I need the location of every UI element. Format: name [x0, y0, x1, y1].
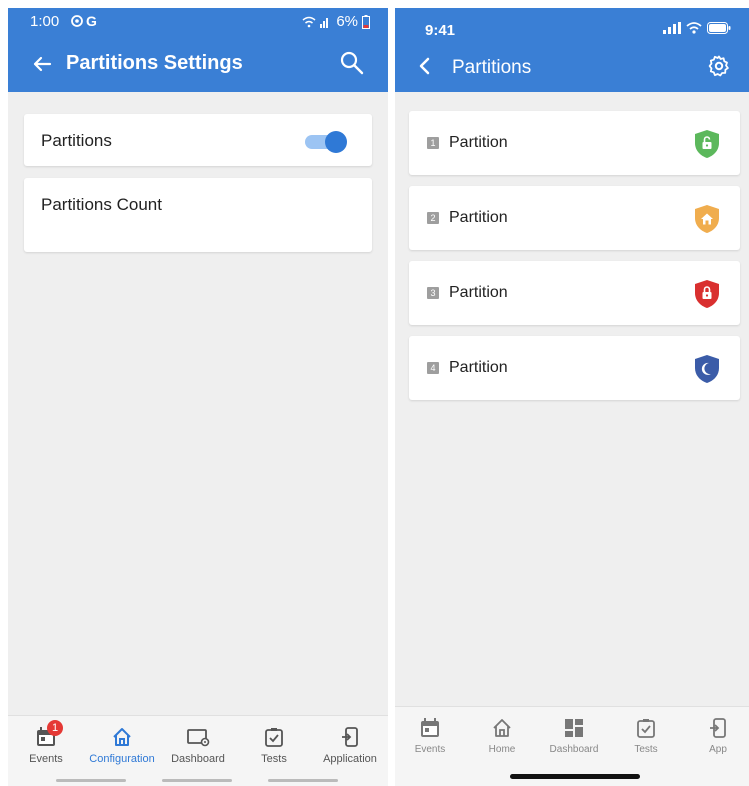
back-chevron-icon[interactable]: [415, 55, 435, 77]
header: 9:41 Partitions: [395, 8, 749, 92]
nav-application[interactable]: Application: [312, 726, 388, 765]
google-icon: G: [71, 13, 97, 29]
cellular-signal-icon: [663, 22, 681, 34]
nav-configuration[interactable]: Configuration: [84, 726, 160, 765]
tab-events-label: Events: [414, 744, 446, 755]
page-title: Partitions: [452, 57, 532, 78]
gesture-bar: [268, 779, 338, 782]
home-indicator: [510, 774, 640, 779]
partition-row[interactable]: 3 Partition: [409, 261, 740, 325]
locked-shield-icon: [695, 280, 719, 308]
notification-icons: G: [70, 13, 104, 32]
bottom-navigation: 1 Events Configuration Dashboard Tests A…: [8, 715, 388, 786]
app-bar: Partitions Settings: [8, 36, 388, 92]
partition-row[interactable]: 4 Partition: [409, 336, 740, 400]
tab-tests-label: Tests: [634, 744, 658, 755]
app-icon: [342, 727, 358, 747]
gesture-bar: [56, 779, 126, 782]
battery-icon: [362, 14, 370, 29]
status-time: 1:00: [30, 13, 60, 30]
partition-label: Partition: [449, 209, 508, 226]
tab-events[interactable]: Events: [395, 717, 465, 755]
partitions-toggle[interactable]: [305, 131, 347, 153]
status-right: 6%: [302, 13, 370, 30]
tab-app[interactable]: App: [683, 717, 749, 755]
nav-dashboard-label: Dashboard: [171, 753, 225, 765]
svg-text:G: G: [86, 13, 97, 29]
partition-row[interactable]: 1 Partition: [409, 111, 740, 175]
tab-app-label: App: [709, 744, 727, 755]
partitions-label: Partitions: [41, 131, 112, 150]
night-shield-icon: [695, 355, 719, 383]
partition-label: Partition: [449, 134, 508, 151]
partition-number: 4: [427, 362, 439, 374]
android-screen: 1:00 G 6% Partitions Settings Partitions…: [8, 8, 388, 786]
partition-number: 1: [427, 137, 439, 149]
gesture-bar: [162, 779, 232, 782]
battery-percent: 6%: [336, 13, 358, 30]
unlocked-shield-icon: [695, 130, 719, 158]
status-bar: 1:00 G 6%: [8, 8, 388, 36]
app-icon: [710, 718, 726, 738]
partitions-toggle-row[interactable]: Partitions: [24, 114, 372, 166]
tab-dashboard[interactable]: Dashboard: [539, 717, 609, 755]
nav-events-label: Events: [29, 753, 63, 765]
home-shield-icon: [695, 205, 719, 233]
nav-dashboard[interactable]: Dashboard: [160, 726, 236, 765]
home-icon: [493, 719, 511, 737]
gear-icon[interactable]: [707, 54, 731, 78]
wifi-signal-icon: [302, 16, 329, 28]
partition-number: 2: [427, 212, 439, 224]
tab-home-label: Home: [488, 744, 516, 755]
dashboard-icon: [565, 719, 583, 737]
checkbox-icon: [265, 728, 283, 747]
checkbox-icon: [637, 719, 655, 738]
partition-row[interactable]: 2 Partition: [409, 186, 740, 250]
status-time: 9:41: [425, 22, 456, 39]
status-icons: [663, 22, 731, 34]
battery-icon: [707, 22, 731, 34]
partition-label: Partition: [449, 284, 508, 301]
home-icon: [113, 728, 131, 746]
events-badge: 1: [47, 720, 63, 736]
nav-tests[interactable]: Tests: [236, 726, 312, 765]
wifi-icon: [686, 22, 702, 34]
tab-tests[interactable]: Tests: [611, 717, 681, 755]
partition-number: 3: [427, 287, 439, 299]
ios-screen: 9:41 Partitions 1 Partition 2 Partition …: [395, 8, 749, 786]
partitions-count-row[interactable]: Partitions Count: [24, 178, 372, 252]
nav-events[interactable]: 1 Events: [8, 720, 84, 765]
page-title: Partitions Settings: [66, 52, 243, 74]
tab-home[interactable]: Home: [467, 717, 537, 755]
back-arrow-icon[interactable]: [28, 50, 56, 78]
nav-configuration-label: Configuration: [89, 753, 155, 765]
dashboard-settings-icon: [187, 729, 210, 747]
nav-tests-label: Tests: [261, 753, 287, 765]
partition-label: Partition: [449, 359, 508, 376]
tab-bar: Events Home Dashboard Tests App: [395, 706, 749, 786]
calendar-icon: [421, 718, 439, 737]
partitions-count-label: Partitions Count: [41, 195, 162, 214]
search-icon[interactable]: [338, 49, 366, 77]
tab-dashboard-label: Dashboard: [549, 744, 599, 755]
nav-application-label: Application: [323, 753, 377, 765]
